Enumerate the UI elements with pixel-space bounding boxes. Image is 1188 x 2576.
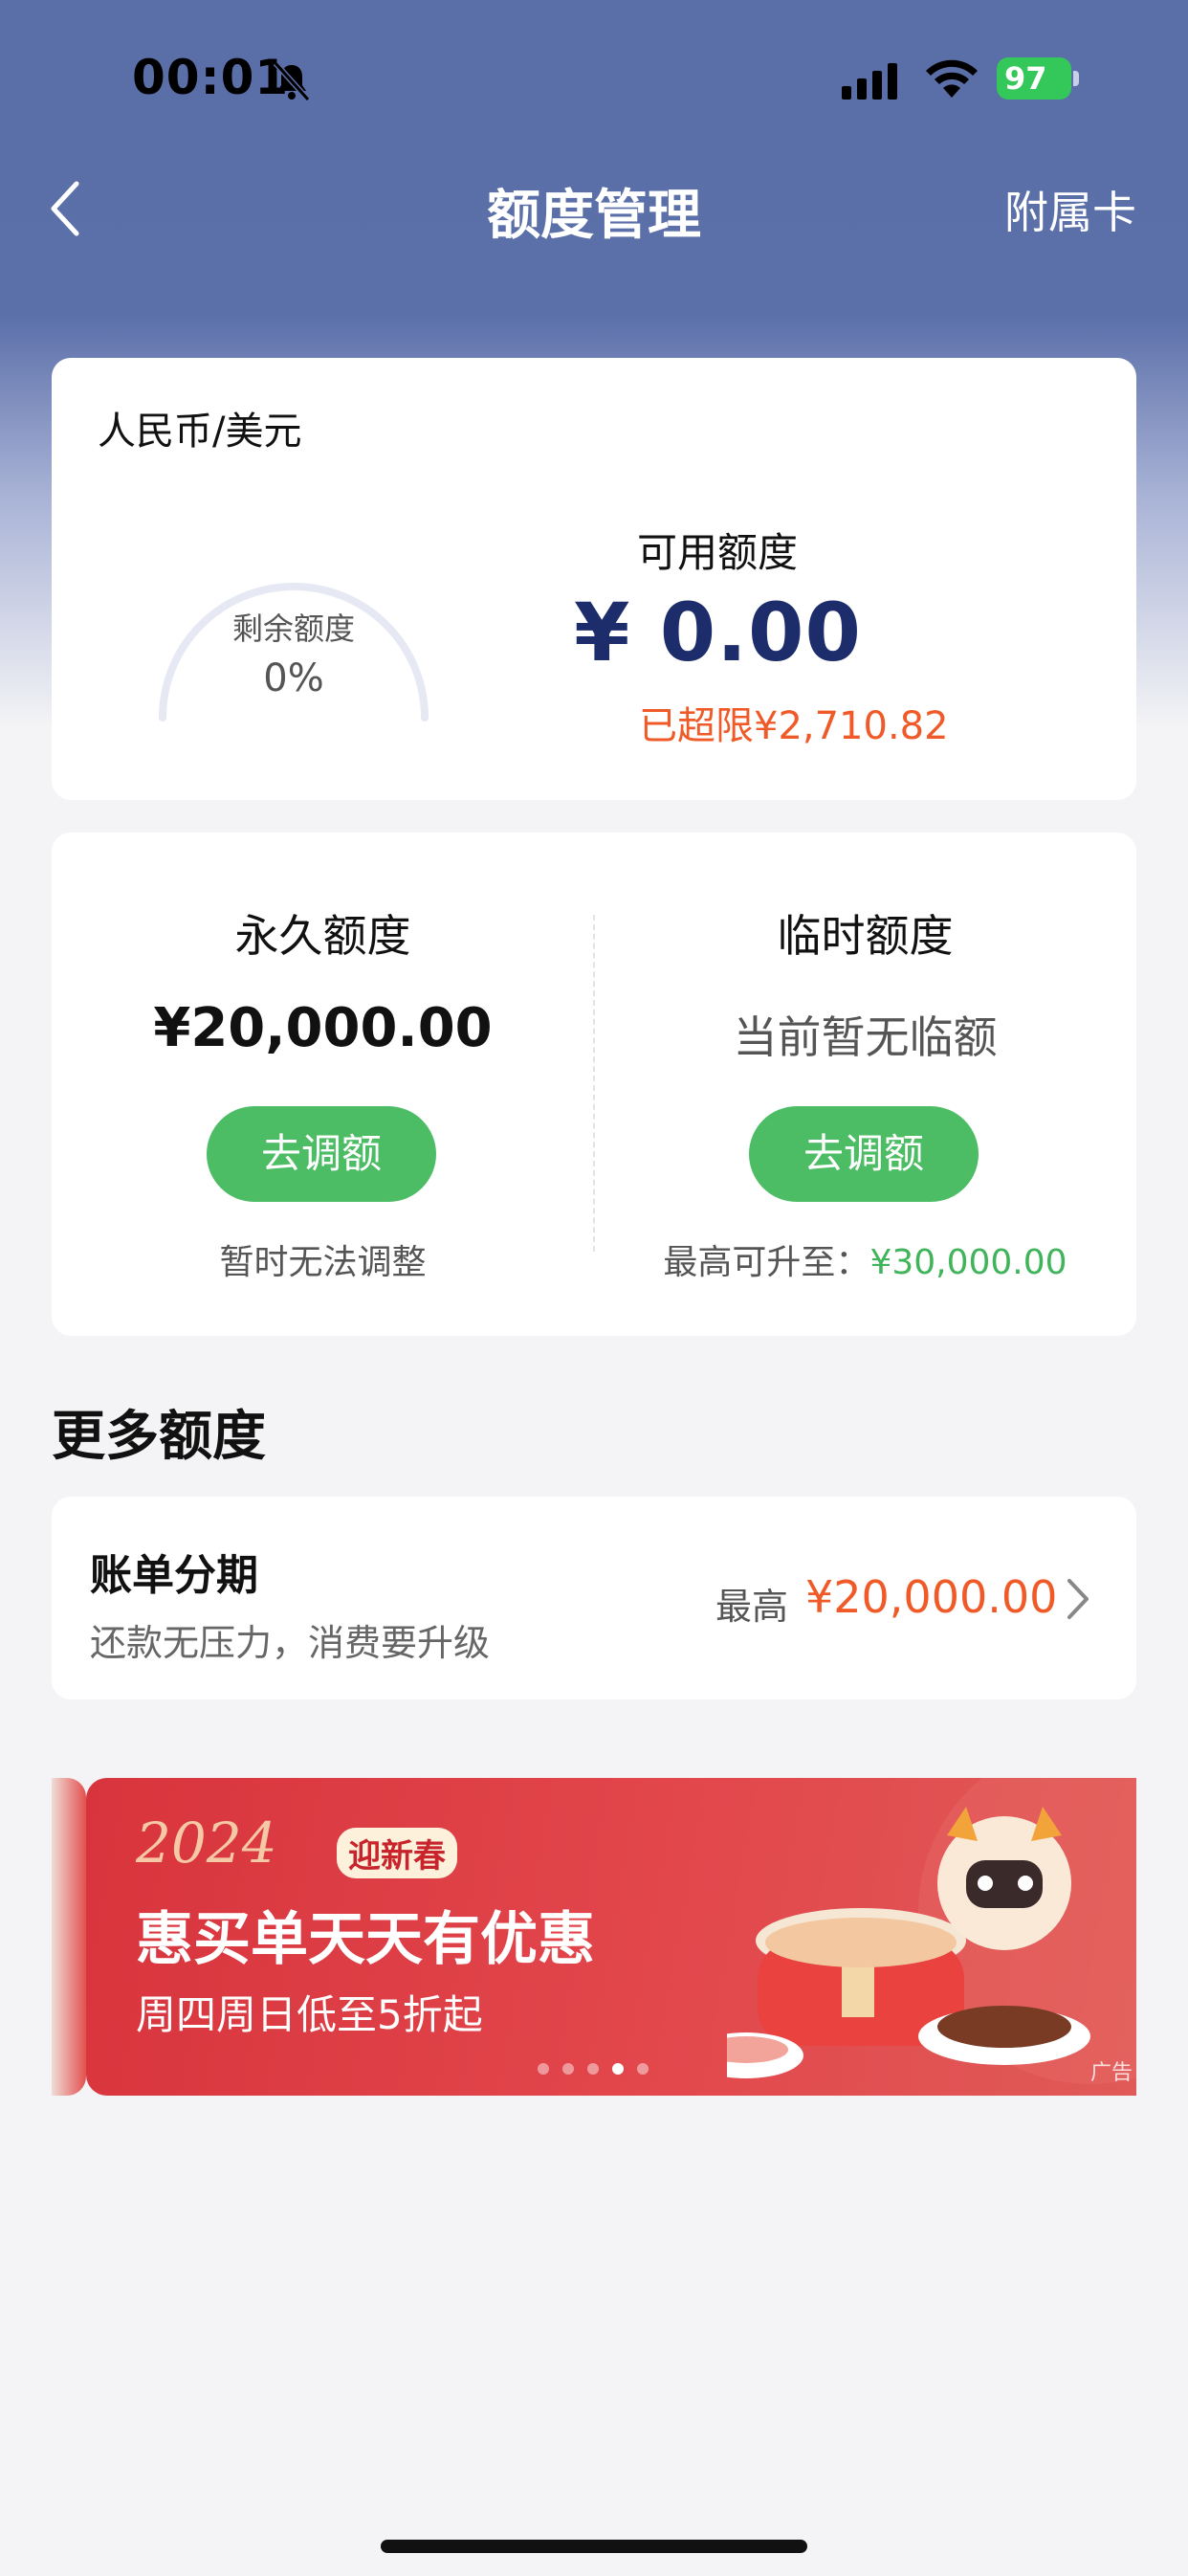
chevron-right-icon bbox=[1067, 1579, 1089, 1619]
installment-title: 账单分期 bbox=[90, 1551, 258, 1600]
currency-label: 人民币/美元 bbox=[98, 410, 302, 454]
banner-food-illustration bbox=[727, 1778, 1136, 2084]
gauge-label: 剩余额度 bbox=[231, 611, 355, 647]
promo-banner[interactable]: 2024 迎新春 惠买单天天有优惠 周四周日低至5折起 广告 bbox=[86, 1778, 1136, 2096]
carousel-dot-active bbox=[612, 2063, 624, 2075]
supplementary-card-link[interactable]: 附属卡 bbox=[1004, 178, 1136, 241]
installment-max-value: ¥20,000.00 bbox=[805, 1571, 1058, 1623]
temporary-max-label: 最高可升至： bbox=[663, 1243, 870, 1282]
carousel-dot bbox=[637, 2063, 649, 2075]
temporary-limit-note: 最高可升至：¥30,000.00 bbox=[594, 1234, 1136, 1284]
permanent-limit-section: 永久额度 ¥20,000.00 去调额 暂时无法调整 bbox=[52, 833, 594, 1336]
gauge-value: 0% bbox=[263, 656, 324, 700]
installment-max-label: 最高 bbox=[715, 1586, 789, 1628]
carousel-dot bbox=[538, 2063, 549, 2075]
carousel-dot bbox=[587, 2063, 599, 2075]
temporary-limit-section: 临时额度 当前暂无临额 去调额 最高可升至：¥30,000.00 bbox=[594, 833, 1136, 1336]
banner-title: 惠买单天天有优惠 bbox=[136, 1906, 595, 1973]
wifi-icon bbox=[926, 59, 978, 98]
status-time: 00:01 bbox=[132, 50, 290, 105]
available-limit-card: 人民币/美元 剩余额度 0% 可用额度 ¥ 0.00 已超限¥2,710.82 bbox=[52, 358, 1136, 800]
temporary-limit-value: 当前暂无临额 bbox=[733, 1011, 998, 1063]
temporary-adjust-button[interactable]: 去调额 bbox=[749, 1106, 979, 1202]
permanent-limit-title: 永久额度 bbox=[234, 910, 411, 962]
overlimit-text: 已超限¥2,710.82 bbox=[639, 704, 949, 748]
available-limit-amount: ¥ 0.00 bbox=[574, 586, 862, 679]
permanent-adjust-button[interactable]: 去调额 bbox=[207, 1106, 436, 1202]
temporary-limit-title: 临时额度 bbox=[777, 910, 954, 962]
bell-muted-icon bbox=[273, 60, 311, 102]
installment-row[interactable]: 账单分期 还款无压力，消费要升级 最高 ¥20,000.00 bbox=[52, 1497, 1136, 1699]
ad-label: 广告 bbox=[1089, 2061, 1133, 2085]
available-limit-label: 可用额度 bbox=[637, 529, 799, 576]
carousel-dot bbox=[562, 2063, 574, 2075]
previous-banner-peek[interactable] bbox=[52, 1778, 86, 2096]
permanent-limit-value: ¥20,000.00 bbox=[153, 997, 493, 1059]
home-indicator[interactable] bbox=[381, 2540, 807, 2553]
battery-level: 97 bbox=[997, 57, 1071, 100]
limits-card: 永久额度 ¥20,000.00 去调额 暂时无法调整 临时额度 当前暂无临额 去… bbox=[52, 833, 1136, 1336]
cellular-signal-icon bbox=[842, 63, 897, 100]
installment-subtitle: 还款无压力，消费要升级 bbox=[90, 1622, 491, 1664]
temporary-max-value: ¥30,000.00 bbox=[869, 1243, 1067, 1282]
battery-icon: 97 bbox=[997, 57, 1079, 100]
banner-year: 2024 bbox=[136, 1810, 277, 1876]
banner-subtitle: 周四周日低至5折起 bbox=[136, 1991, 483, 2038]
banner-tag: 迎新春 bbox=[337, 1828, 457, 1878]
status-bar: 00:01 97 bbox=[0, 0, 1188, 163]
more-limits-title: 更多额度 bbox=[52, 1406, 266, 1468]
carousel-dots bbox=[538, 2063, 649, 2075]
permanent-limit-note: 暂时无法调整 bbox=[219, 1243, 427, 1282]
